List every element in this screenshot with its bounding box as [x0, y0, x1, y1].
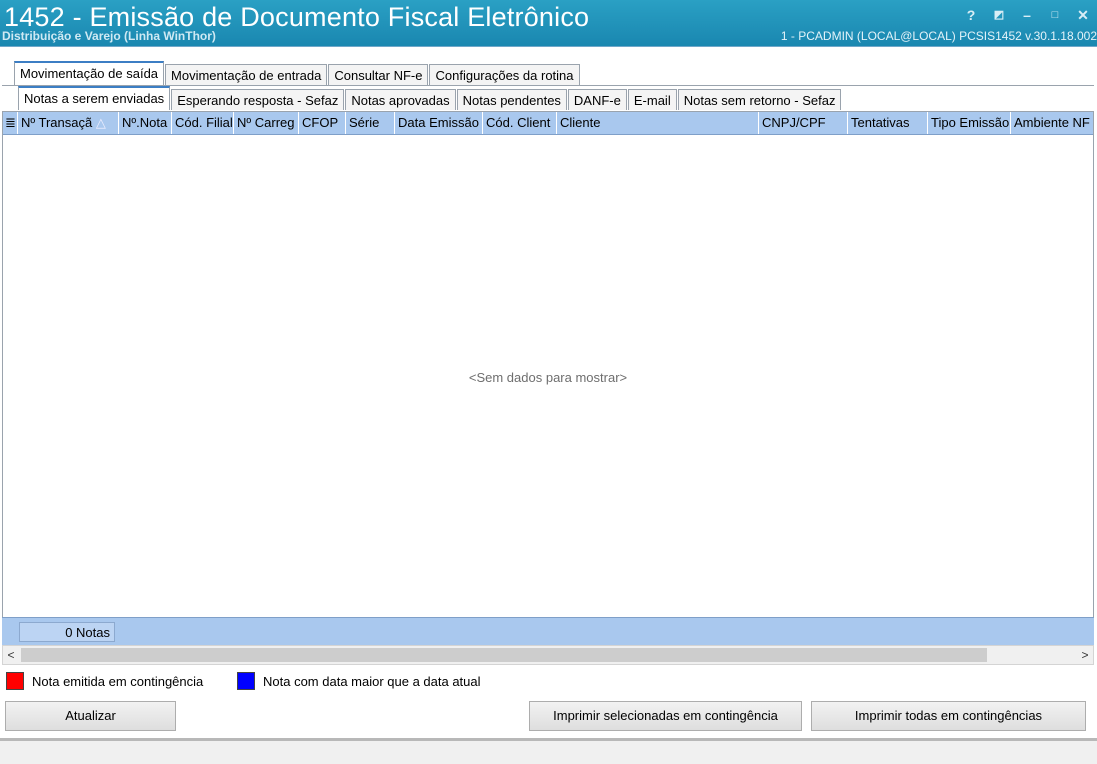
tab-danfe[interactable]: DANF-e: [567, 89, 627, 110]
maximize-button[interactable]: □: [1045, 6, 1065, 24]
tab-configuracoes[interactable]: Configurações da rotina: [429, 64, 580, 85]
status-bar: [0, 741, 1097, 764]
update-button[interactable]: Atualizar: [5, 701, 176, 731]
restore-button[interactable]: ◩: [989, 6, 1009, 24]
legend-contingencia: Nota emitida em contingência: [6, 672, 203, 690]
legend-label: Nota com data maior que a data atual: [263, 673, 481, 689]
column-header[interactable]: CNPJ/CPF: [759, 112, 848, 134]
main-tabs: Movimentação de saída Movimentação de en…: [14, 61, 581, 85]
red-swatch: [6, 672, 24, 690]
legend-label: Nota emitida em contingência: [32, 673, 204, 689]
tab-movimentacao-entrada[interactable]: Movimentação de entrada: [165, 64, 328, 85]
column-header[interactable]: Ambiente NF: [1011, 112, 1093, 134]
tab-notas-aprovadas[interactable]: Notas aprovadas: [345, 89, 456, 110]
sub-tabs: Notas a serem enviadas Esperando respost…: [18, 86, 842, 110]
title-bar: 1452 - Emissão de Documento Fiscal Eletr…: [0, 0, 1097, 46]
user-info: 1 - PCADMIN (LOCAL@LOCAL) PCSIS1452 v.30…: [780, 29, 1097, 43]
scroll-left-icon[interactable]: <: [3, 646, 19, 664]
column-header[interactable]: Data Emissão: [395, 112, 483, 134]
horizontal-scrollbar[interactable]: < >: [2, 645, 1094, 665]
blue-swatch: [237, 672, 255, 690]
column-header[interactable]: Cód. Client: [483, 112, 557, 134]
window-subtitle: Distribuição e Varejo (Linha WinThor): [2, 29, 216, 43]
scroll-right-icon[interactable]: >: [1077, 646, 1093, 664]
column-header[interactable]: CFOP: [299, 112, 346, 134]
column-header[interactable]: Nº Carreg: [234, 112, 299, 134]
tab-email[interactable]: E-mail: [627, 89, 677, 110]
column-header[interactable]: Série: [346, 112, 395, 134]
print-all-button[interactable]: Imprimir todas em contingências: [811, 701, 1086, 731]
column-header[interactable]: Tentativas: [848, 112, 928, 134]
column-header[interactable]: Cliente: [557, 112, 759, 134]
window-controls: ? ◩ – □ ✕: [961, 6, 1093, 24]
minimize-button[interactable]: –: [1017, 6, 1037, 24]
tab-movimentacao-saida[interactable]: Movimentação de saída: [14, 61, 165, 85]
column-chooser-icon[interactable]: ≣: [3, 112, 18, 134]
tab-esperando-resposta[interactable]: Esperando resposta - Sefaz: [171, 89, 345, 110]
help-button[interactable]: ?: [961, 6, 981, 24]
print-selected-button[interactable]: Imprimir selecionadas em contingência: [529, 701, 802, 731]
column-header[interactable]: Cód. Filial: [172, 112, 234, 134]
grid-footer: 0 Notas: [2, 617, 1094, 646]
column-header[interactable]: Nº.Nota: [119, 112, 172, 134]
column-header[interactable]: Tipo Emissão: [928, 112, 1011, 134]
close-button[interactable]: ✕: [1073, 6, 1093, 24]
tab-notas-sem-retorno[interactable]: Notas sem retorno - Sefaz: [677, 89, 842, 110]
column-header[interactable]: Nº Transaçã △: [18, 112, 119, 134]
tab-notas-enviadas[interactable]: Notas a serem enviadas: [18, 86, 171, 110]
notes-count: 0 Notas: [19, 622, 115, 642]
tab-notas-pendentes[interactable]: Notas pendentes: [456, 89, 567, 110]
empty-message: <Sem dados para mostrar>: [468, 370, 628, 385]
grid-header: ≣ Nº Transaçã △ Nº.Nota Cód. Filial Nº C…: [3, 112, 1093, 135]
sort-asc-icon: △: [95, 115, 106, 130]
notes-grid[interactable]: ≣ Nº Transaçã △ Nº.Nota Cód. Filial Nº C…: [2, 111, 1094, 648]
legend-data-maior: Nota com data maior que a data atual: [237, 672, 481, 690]
main-panel: Movimentação de saída Movimentação de en…: [0, 46, 1097, 739]
tab-consultar-nfe[interactable]: Consultar NF-e: [328, 64, 429, 85]
scroll-thumb[interactable]: [21, 648, 987, 662]
